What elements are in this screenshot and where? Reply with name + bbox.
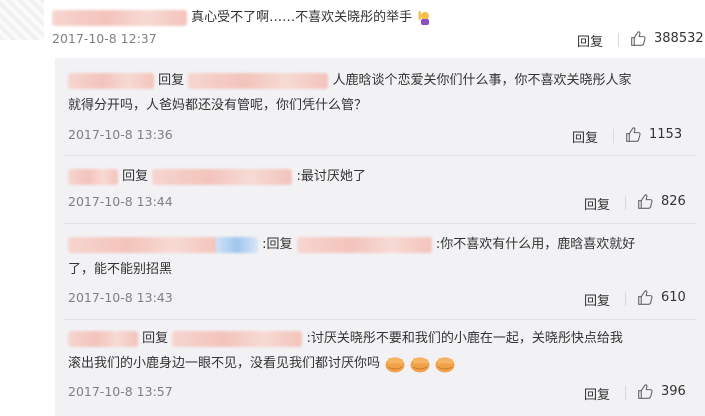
reply-item: :回复 :你不喜欢有什么用，鹿晗喜欢就好 了，能不能别招黑 2017-10-8 … bbox=[55, 224, 705, 320]
divider bbox=[625, 196, 626, 210]
like-count: 826 bbox=[661, 194, 686, 209]
like-button[interactable]: 826 bbox=[637, 193, 686, 210]
like-count: 388532 bbox=[654, 31, 704, 46]
fist-emoji bbox=[434, 354, 456, 374]
top-comment: 真心受不了啊……不喜欢关晓彤的举手 2017-10-8 12:37 回复 388… bbox=[0, 0, 705, 56]
like-button[interactable]: 396 bbox=[637, 383, 686, 400]
thumbs-up-icon bbox=[637, 383, 654, 400]
like-button[interactable]: 388532 bbox=[630, 30, 704, 47]
timestamp: 2017-10-8 13:43 bbox=[68, 290, 173, 305]
replies-panel: 回复 人鹿晗谈个恋爱关你们什么事，你不喜欢关晓彤人家 就得分开吗，人爸妈都还没有… bbox=[55, 58, 705, 416]
like-button[interactable]: 1153 bbox=[625, 126, 682, 143]
thumbs-up-icon bbox=[625, 126, 642, 143]
thumbs-up-icon bbox=[630, 30, 647, 47]
comment-text: 真心受不了啊……不喜欢关晓彤的举手 bbox=[191, 10, 413, 25]
reply-body: 回复 人鹿晗谈个恋爱关你们什么事，你不喜欢关晓彤人家 就得分开吗，人爸妈都还没有… bbox=[68, 68, 690, 118]
reply-item: 回复 :讨厌关晓彤不要和我们的小鹿在一起，关晓彤快点给我 滚出我们的小鹿身边一眼… bbox=[55, 320, 705, 416]
timestamp: 2017-10-8 13:36 bbox=[68, 127, 173, 142]
like-count: 396 bbox=[661, 384, 686, 399]
reply-body: :回复 :你不喜欢有什么用，鹿晗喜欢就好 了，能不能别招黑 bbox=[68, 232, 690, 282]
reply-meta: 2017-10-8 13:57 回复 396 bbox=[68, 384, 690, 404]
comment-meta: 2017-10-8 12:37 回复 388532 bbox=[52, 30, 704, 51]
blurred-badge bbox=[216, 236, 258, 253]
reply-text: 人鹿晗谈个恋爱关你们什么事，你不喜欢关晓彤人家 bbox=[332, 73, 632, 88]
blurred-username[interactable] bbox=[68, 168, 118, 185]
reply-text-continued: 滚出我们的小鹿身边一眼不见，没看见我们都讨厌你吗 bbox=[68, 356, 381, 371]
reply-button[interactable]: 回复 bbox=[577, 31, 603, 50]
raising-hand-emoji bbox=[416, 10, 432, 26]
reply-text: :你不喜欢有什么用，鹿晗喜欢就好 bbox=[435, 237, 636, 252]
reply-text-continued: 就得分开吗，人爸妈都还没有管呢，你们凭什么管？ bbox=[68, 98, 368, 113]
comment-text-row: 真心受不了啊……不喜欢关晓彤的举手 bbox=[52, 6, 432, 26]
reply-meta: 2017-10-8 13:36 回复 1153 bbox=[68, 127, 690, 147]
reply-item: 回复 人鹿晗谈个恋爱关你们什么事，你不喜欢关晓彤人家 就得分开吗，人爸妈都还没有… bbox=[55, 58, 705, 156]
reply-prefix: :回复 bbox=[262, 237, 293, 252]
divider bbox=[625, 386, 626, 400]
blurred-username[interactable] bbox=[52, 9, 187, 26]
reply-button[interactable]: 回复 bbox=[572, 127, 598, 146]
blurred-username[interactable] bbox=[68, 236, 218, 253]
like-button[interactable]: 610 bbox=[637, 289, 686, 306]
blurred-mention[interactable] bbox=[172, 330, 303, 347]
reply-body: 回复 :最讨厌她了 bbox=[68, 164, 690, 189]
blurred-username[interactable] bbox=[68, 72, 154, 89]
blurred-mention[interactable] bbox=[188, 72, 329, 89]
reply-item: 回复 :最讨厌她了 2017-10-8 13:44 回复 826 bbox=[55, 156, 705, 224]
blurred-mention[interactable] bbox=[296, 236, 432, 253]
thumbs-up-icon bbox=[637, 289, 654, 306]
reply-prefix: 回复 bbox=[122, 169, 149, 184]
divider bbox=[618, 33, 619, 47]
like-count: 1153 bbox=[649, 127, 683, 142]
reply-text-continued: 了，能不能别招黑 bbox=[68, 262, 173, 277]
avatar[interactable] bbox=[0, 0, 44, 40]
reply-prefix: 回复 bbox=[142, 331, 169, 346]
like-count: 610 bbox=[661, 290, 686, 305]
timestamp: 2017-10-8 13:44 bbox=[68, 194, 173, 209]
reply-button[interactable]: 回复 bbox=[584, 384, 610, 403]
reply-prefix: 回复 bbox=[158, 73, 185, 88]
divider bbox=[625, 292, 626, 306]
reply-body: 回复 :讨厌关晓彤不要和我们的小鹿在一起，关晓彤快点给我 滚出我们的小鹿身边一眼… bbox=[68, 326, 690, 376]
reply-text: :讨厌关晓彤不要和我们的小鹿在一起，关晓彤快点给我 bbox=[306, 331, 623, 346]
fist-emoji bbox=[384, 354, 406, 374]
reply-text: :最讨厌她了 bbox=[296, 169, 366, 184]
divider bbox=[613, 129, 614, 143]
blurred-mention[interactable] bbox=[152, 168, 293, 185]
reply-button[interactable]: 回复 bbox=[584, 290, 610, 309]
reply-meta: 2017-10-8 13:43 回复 610 bbox=[68, 290, 690, 310]
reply-meta: 2017-10-8 13:44 回复 826 bbox=[68, 194, 690, 214]
thumbs-up-icon bbox=[637, 193, 654, 210]
fist-emoji bbox=[409, 354, 431, 374]
blurred-username[interactable] bbox=[68, 330, 138, 347]
reply-button[interactable]: 回复 bbox=[584, 194, 610, 213]
timestamp: 2017-10-8 12:37 bbox=[52, 31, 157, 46]
timestamp: 2017-10-8 13:57 bbox=[68, 384, 173, 399]
